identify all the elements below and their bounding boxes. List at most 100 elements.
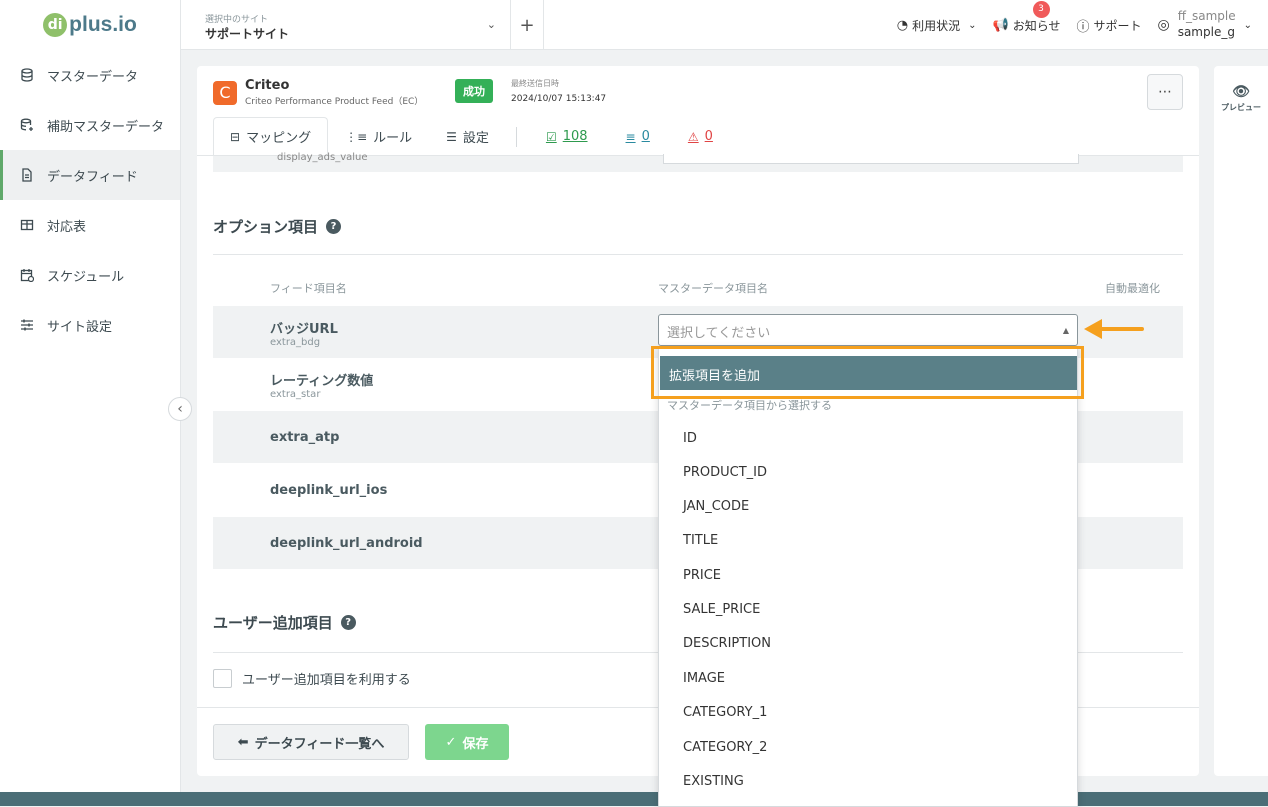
site-selector-value: サポートサイト (205, 27, 290, 41)
sidebar-item-label: 対応表 (47, 219, 87, 235)
user-items-section-title: ユーザー追加項目 ? (213, 612, 356, 633)
notices-label: お知らせ (1012, 18, 1061, 33)
preview-label: プレビュー (1221, 103, 1261, 112)
dropdown-option[interactable]: DESCRIPTION (683, 636, 771, 651)
col-feed-field: フィード項目名 (270, 282, 347, 295)
save-button[interactable]: ✓ 保存 (425, 724, 509, 760)
save-button-label: 保存 (462, 736, 489, 752)
master-field-dropdown: 拡張項目を追加 マスターデータ項目から選択する ID PRODUCT_ID JA… (658, 347, 1078, 807)
tab-excluded-count[interactable]: ≡ 0 (607, 117, 669, 155)
help-icon[interactable]: ? (326, 219, 342, 234)
options-section-title: オプション項目 ? (213, 216, 342, 237)
dropdown-option[interactable]: CATEGORY_2 (683, 740, 767, 755)
field-name: deeplink_url_ios (270, 483, 388, 498)
calendar-icon (19, 267, 35, 283)
tab-divider (515, 127, 517, 147)
database-plus-icon (19, 117, 35, 133)
plus-icon: + (519, 14, 535, 36)
status-badge: 成功 (455, 79, 493, 103)
list-x-icon: ≡ (625, 129, 636, 144)
sidebar-item-label: サイト設定 (47, 319, 113, 335)
megaphone-icon: 📢 (992, 17, 1009, 33)
sidebar-item-mapping-table[interactable]: 対応表 (0, 200, 180, 250)
annotation-arrow-icon (1084, 319, 1144, 339)
table-icon (19, 217, 35, 233)
check-icon: ✓ (445, 734, 457, 750)
tab-settings[interactable]: ☰ 設定 (429, 117, 506, 155)
master-field-select[interactable]: 選択してください ▲ (658, 314, 1078, 346)
usage-menu[interactable]: ◔ 利用状況 ⌄ (897, 17, 977, 34)
tab-settings-label: 設定 (462, 131, 489, 146)
warning-count: 0 (704, 129, 713, 144)
tab-warning-count[interactable]: ⚠ 0 (669, 117, 732, 155)
user-items-title-text: ユーザー追加項目 (213, 614, 333, 632)
sidebar-item-label: マスターデータ (47, 69, 139, 85)
col-auto-optimize: 自動最適化 (1105, 282, 1160, 295)
dropdown-option[interactable]: EXISTING (683, 774, 744, 789)
tab-mapping[interactable]: ⊟ マッピング (213, 117, 329, 155)
use-user-items-checkbox[interactable]: ユーザー追加項目を利用する (213, 669, 411, 688)
add-site-button[interactable]: + (511, 0, 544, 50)
help-circle-icon: ⓘ (1076, 19, 1090, 35)
criteo-logo: C (213, 81, 237, 105)
logo-mark: di (43, 13, 68, 37)
user-account: ff_sample (1177, 9, 1236, 24)
more-actions-button[interactable]: ⋯ (1147, 74, 1183, 110)
site-selector[interactable]: 選択中のサイト サポートサイト ⌄ (181, 0, 511, 50)
sidebar-item-label: スケジュール (47, 269, 125, 285)
dropdown-option[interactable]: PRODUCT_ID (683, 465, 767, 480)
app-logo[interactable]: di plus.io (0, 0, 180, 50)
sidebar-item-aux-master-data[interactable]: 補助マスターデータ (0, 100, 180, 150)
support-menu[interactable]: ⓘ サポート (1076, 16, 1141, 35)
arrow-left-icon: ⬅ (237, 734, 249, 750)
support-label: サポート (1093, 18, 1142, 33)
mapping-icon: ⊟ (230, 129, 241, 144)
master-field-select[interactable] (663, 154, 1079, 164)
eye-icon: 👁 (1232, 84, 1250, 100)
annotation-highlight-box (651, 346, 1084, 399)
field-name: extra_atp (270, 430, 340, 445)
user-menu[interactable]: ◎ ff_sample sample_g ⌄ (1157, 9, 1252, 40)
sidebar-item-label: 補助マスターデータ (47, 119, 165, 135)
field-name: レーティング数値 (270, 374, 374, 389)
dropdown-option[interactable]: ID (683, 431, 697, 446)
sidebar-item-data-feed[interactable]: データフィード (0, 150, 180, 200)
tab-rules[interactable]: ⋮≡ ルール (328, 117, 429, 155)
back-button-label: データフィード一覧へ (254, 736, 385, 752)
dropdown-option[interactable]: SALE_PRICE (683, 602, 760, 617)
tab-ok-count[interactable]: ☑ 108 (527, 117, 607, 155)
gauge-icon: ◔ (896, 17, 909, 33)
dropdown-option[interactable]: PRICE (683, 568, 721, 583)
preview-button[interactable]: 👁 プレビュー (1214, 84, 1268, 113)
check-list-icon: ☑ (545, 129, 557, 144)
usage-label: 利用状況 (912, 18, 961, 33)
logo-text: plus.io (69, 13, 137, 36)
table-row: display_ads_value (213, 152, 1183, 172)
sidebar-item-master-data[interactable]: マスターデータ (0, 50, 180, 100)
chevron-left-icon: ‹ (177, 401, 183, 417)
field-name: バッジURL (270, 322, 338, 337)
last-sent-label: 最終送信日時 (511, 79, 559, 88)
user-icon: ◎ (1157, 17, 1170, 33)
field-name: deeplink_url_android (270, 536, 423, 551)
notice-count-badge: 3 (1032, 0, 1050, 18)
sidebar: di plus.io マスターデータ 補助マスターデータ データフィード 対応表… (0, 0, 181, 792)
help-icon[interactable]: ? (340, 615, 356, 630)
notices-menu[interactable]: 📢 お知らせ 3 (992, 0, 1061, 34)
checkbox[interactable] (213, 669, 232, 688)
sidebar-collapse-button[interactable]: ‹ (168, 397, 192, 421)
sidebar-item-schedule[interactable]: スケジュール (0, 250, 180, 300)
right-panel: 👁 プレビュー (1214, 66, 1268, 776)
chevron-down-icon: ⌄ (1243, 19, 1252, 31)
back-to-feed-list-button[interactable]: ⬅ データフィード一覧へ (213, 724, 409, 760)
dropdown-option[interactable]: IMAGE (683, 671, 725, 686)
chevron-down-icon: ⌄ (968, 19, 977, 31)
dropdown-option[interactable]: TITLE (683, 533, 718, 548)
site-selector-label: 選択中のサイト (205, 15, 269, 25)
dropdown-option[interactable]: CATEGORY_1 (683, 705, 767, 720)
sidebar-item-site-settings[interactable]: サイト設定 (0, 300, 180, 350)
field-sub-name: extra_star (270, 389, 321, 400)
options-title-text: オプション項目 (213, 218, 319, 236)
dropdown-option[interactable]: JAN_CODE (683, 499, 749, 514)
select-placeholder: 選択してください (667, 326, 771, 341)
